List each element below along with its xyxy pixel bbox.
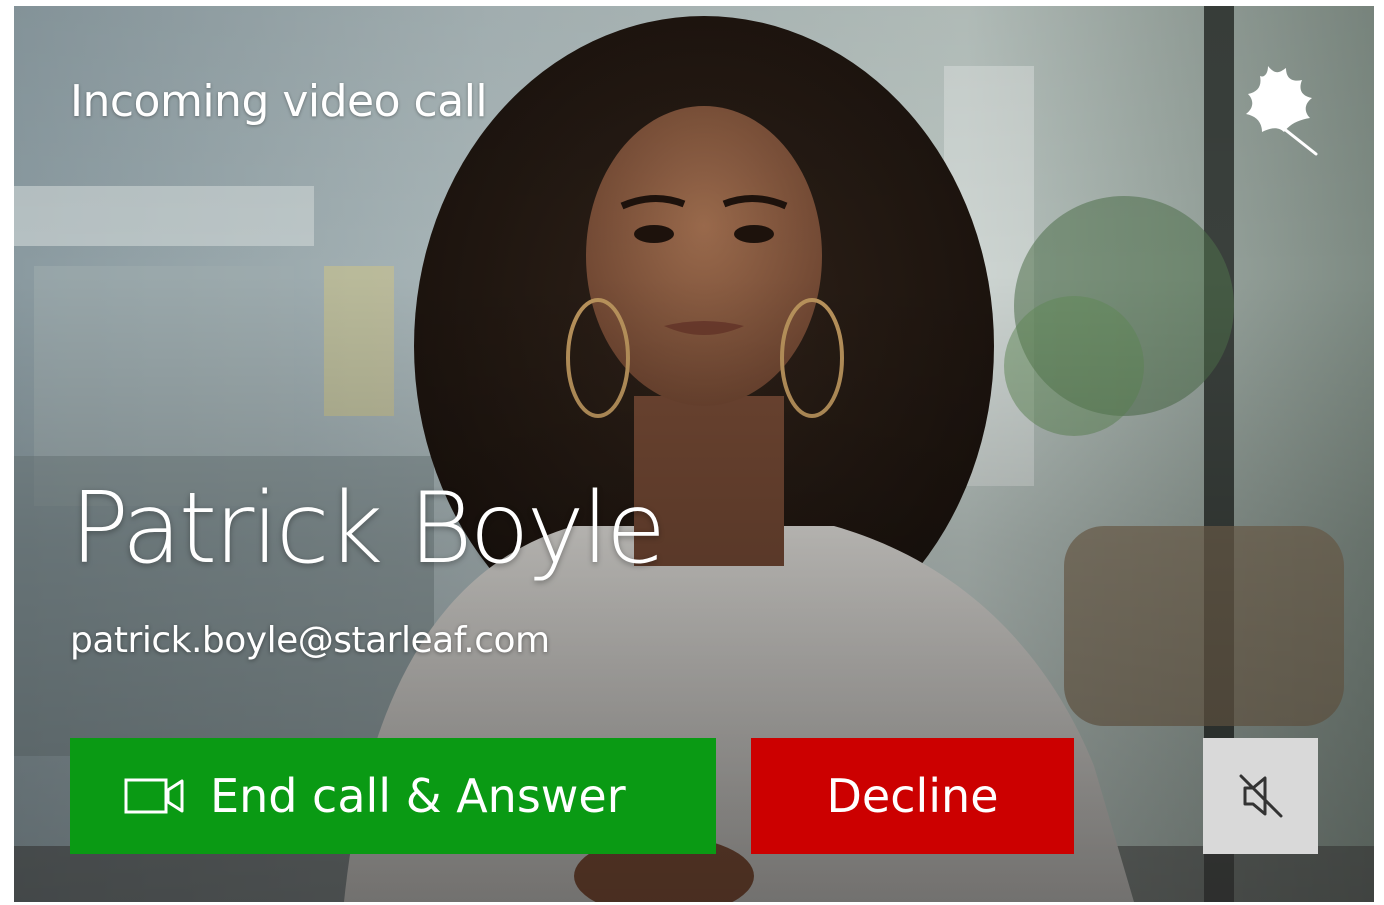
caller-email: patrick.boyle@starleaf.com: [70, 620, 550, 661]
starleaf-leaf-icon: [1246, 66, 1318, 156]
caller-name: Patrick Boyle: [70, 472, 666, 586]
decline-button[interactable]: Decline: [751, 738, 1074, 854]
end-call-and-answer-button[interactable]: End call & Answer: [70, 738, 716, 854]
speaker-muted-icon: [1239, 774, 1282, 818]
mute-ringtone-button[interactable]: [1203, 738, 1318, 854]
answer-button-label: End call & Answer: [210, 769, 626, 823]
call-title: Incoming video call: [70, 76, 488, 127]
incoming-call-panel: Incoming video call Patrick Boyle patric…: [14, 6, 1374, 902]
decline-button-label: Decline: [826, 769, 999, 823]
video-camera-icon: [124, 778, 184, 814]
